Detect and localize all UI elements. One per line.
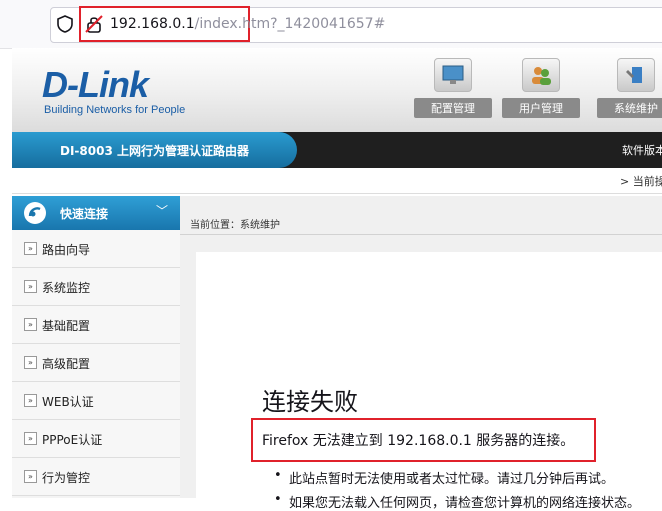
expand-arrow-icon: » [24, 432, 37, 445]
error-message: Firefox 无法建立到 192.168.0.1 服务器的连接。 [262, 433, 575, 449]
bullet-dot: • [274, 492, 282, 507]
sidebar-item-label: 路由向导 [42, 243, 91, 257]
sidebar-item-route-wizard[interactable]: » 路由向导 [12, 230, 180, 268]
system-maintenance-label: 系统维护 [597, 98, 662, 118]
sidebar-item-pppoe-auth[interactable]: » PPPoE认证 [12, 420, 180, 458]
breadcrumb-divider [180, 234, 662, 235]
model-tab: DI-8003 上网行为管理认证路由器 [12, 132, 297, 168]
expand-arrow-icon: » [24, 242, 37, 255]
error-bullet-2: 如果您无法载入任何网页，请检查您计算机的网络连接状态。 [289, 496, 641, 511]
shield-icon[interactable] [56, 14, 74, 34]
config-management-label: 配置管理 [414, 98, 492, 118]
sidebar-item-web-auth[interactable]: » WEB认证 [12, 382, 180, 420]
error-title: 连接失败 [262, 388, 358, 416]
sidebar-item-label: 系统监控 [42, 281, 91, 295]
insecure-lock-icon[interactable] [85, 14, 103, 34]
expand-arrow-icon: » [24, 394, 37, 407]
sidebar-item-label: PPPoE认证 [42, 433, 103, 447]
header-divider [12, 193, 662, 194]
expand-arrow-icon: » [24, 318, 37, 331]
breadcrumb: 当前位置：系统维护 [190, 220, 280, 231]
expand-arrow-icon: » [24, 356, 37, 369]
users-icon [522, 58, 560, 92]
url-host: 192.168.0.1 [110, 16, 195, 32]
dlink-tagline: Building Networks for People [44, 104, 186, 116]
user-management-button[interactable]: 用户管理 [502, 54, 580, 124]
sidebar-item-label: 高级配置 [42, 357, 91, 371]
browser-toolbar: 192.168.0.1/index.htm?_1420041657# [0, 0, 662, 49]
sidebar-item-label: 基础配置 [42, 319, 91, 333]
quick-connect-title: 快速连接 [60, 207, 109, 221]
sidebar-item-system-monitor[interactable]: » 系统监控 [12, 268, 180, 306]
model-bar: DI-8003 上网行为管理认证路由器 软件版本 [12, 132, 662, 168]
error-bullet-1: 此站点暂时无法使用或者太过忙碌。请过几分钟后再试。 [289, 472, 615, 487]
monitor-icon [434, 58, 472, 92]
quick-connect-header[interactable]: 快速连接 ﹀ [12, 196, 180, 230]
router-header: D-Link Building Networks for People 配置管理… [12, 48, 662, 132]
sidebar: 快速连接 ﹀ » 路由向导 » 系统监控 » 基础配置 » 高级配置 » WEB… [12, 196, 180, 498]
system-maintenance-button[interactable]: 系统维护 [597, 54, 662, 124]
dlink-logo: D-Link [42, 64, 149, 105]
user-management-label: 用户管理 [502, 98, 580, 118]
config-management-button[interactable]: 配置管理 [414, 54, 492, 124]
url-text[interactable]: 192.168.0.1/index.htm?_1420041657# [110, 14, 385, 34]
model-name: DI-8003 上网行为管理认证路由器 [60, 144, 249, 158]
sidebar-item-label: WEB认证 [42, 395, 94, 409]
maintenance-icon [617, 58, 655, 92]
expand-arrow-icon: » [24, 280, 37, 293]
bullet-dot: • [274, 468, 282, 483]
url-path: /index.htm?_1420041657# [194, 16, 386, 32]
quick-connect-icon [24, 202, 46, 224]
sidebar-item-advanced-config[interactable]: » 高级配置 [12, 344, 180, 382]
sidebar-item-label: 行为管控 [42, 471, 91, 485]
sidebar-item-basic-config[interactable]: » 基础配置 [12, 306, 180, 344]
expand-arrow-icon: » [24, 470, 37, 483]
software-version-label: 软件版本 [622, 144, 662, 157]
sidebar-item-behavior-control[interactable]: » 行为管控 [12, 458, 180, 496]
current-operation-label: > 当前操 [620, 175, 662, 188]
chevron-down-icon[interactable]: ﹀ [156, 202, 168, 219]
